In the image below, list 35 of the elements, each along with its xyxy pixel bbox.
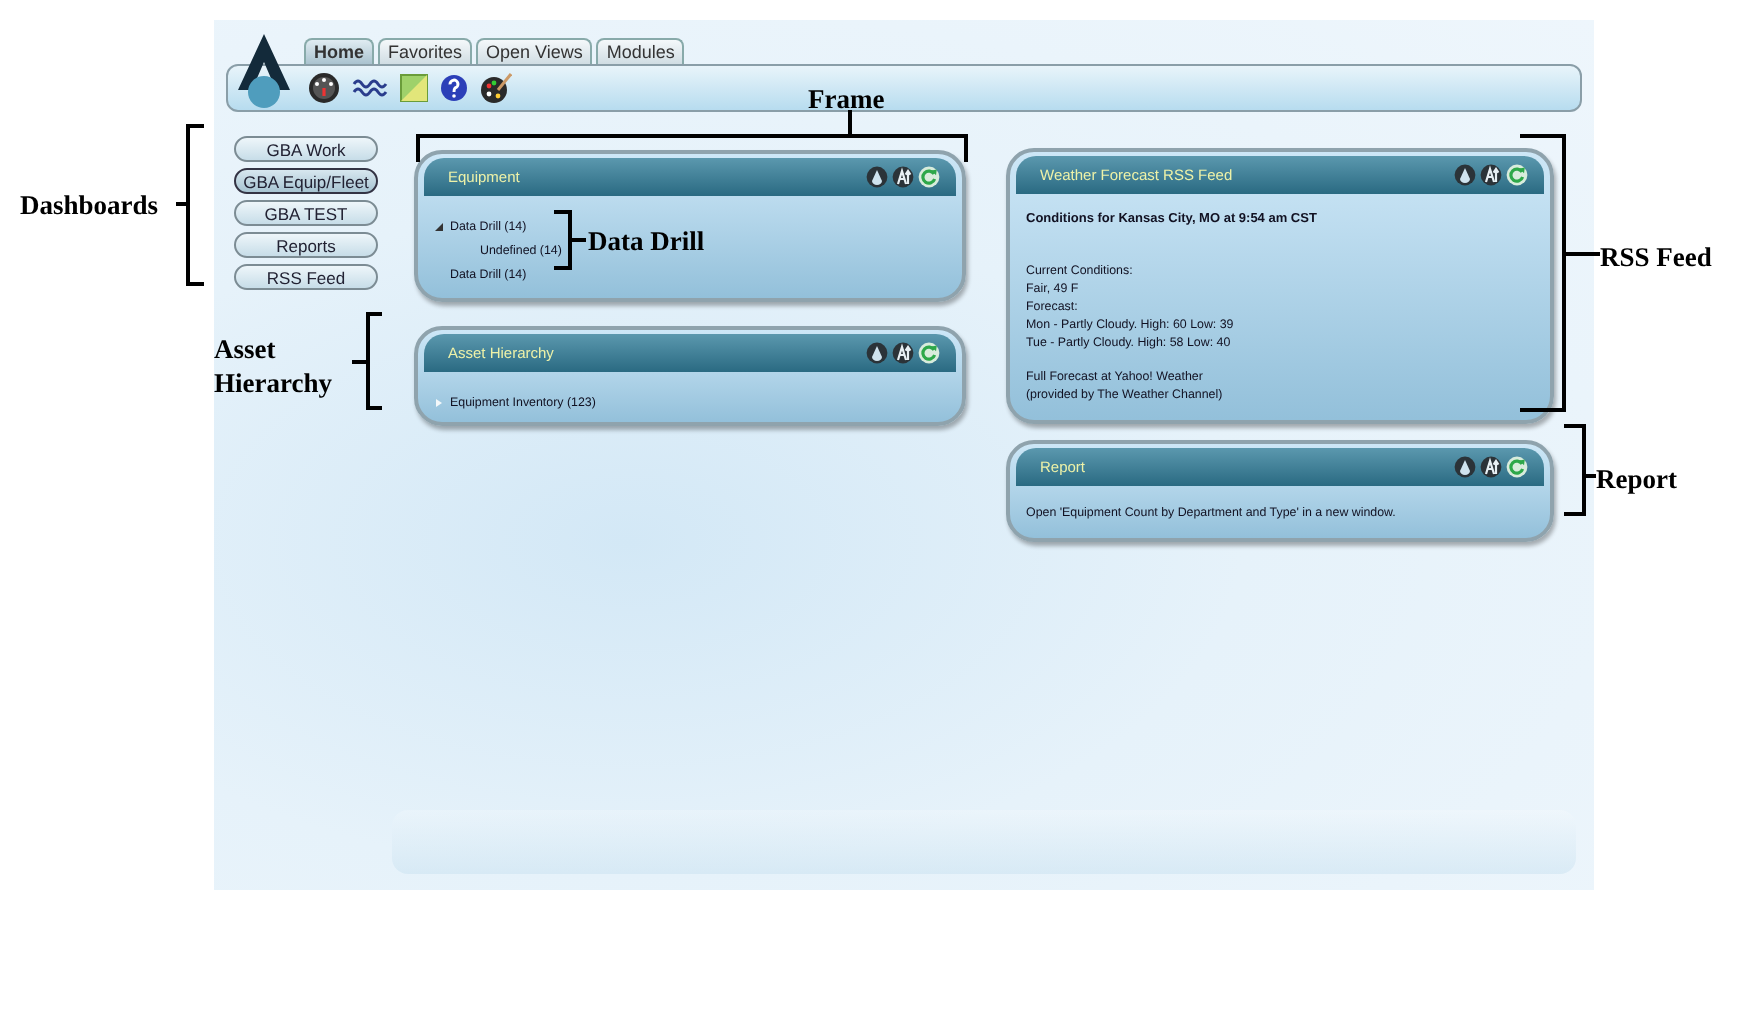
refresh-icon[interactable]	[1506, 456, 1528, 478]
tab[interactable]: Favorites	[378, 38, 473, 64]
refresh-icon[interactable]	[1506, 164, 1528, 186]
callout-label: Frame	[808, 82, 887, 116]
callout-label: RSS Feed	[1600, 240, 1714, 274]
up-arrow-icon[interactable]	[892, 166, 914, 188]
tab[interactable]: Home	[304, 38, 375, 64]
callout-bracket	[352, 312, 384, 412]
tab[interactable]: Open Views	[476, 38, 593, 64]
gauge-icon[interactable]	[308, 72, 340, 104]
refresh-icon[interactable]	[918, 342, 940, 364]
palette-icon[interactable]	[480, 72, 512, 104]
expanded-triangle-icon[interactable]	[434, 221, 444, 231]
up-arrow-icon[interactable]	[892, 342, 914, 364]
up-arrow-icon[interactable]	[1480, 164, 1502, 186]
tab[interactable]: Modules	[596, 38, 685, 64]
help-icon[interactable]	[440, 74, 468, 102]
callout-label: Data Drill	[588, 224, 707, 258]
dashboard-button[interactable]: RSS Feed	[234, 264, 378, 290]
dashboard-button[interactable]: GBA Work	[234, 136, 378, 162]
drop-icon[interactable]	[1454, 456, 1476, 478]
callout-label: Dashboards	[20, 188, 161, 222]
wave-icon[interactable]	[352, 78, 388, 98]
callout-label: Asset Hierarchy	[214, 332, 334, 400]
dashboard-button[interactable]: GBA Equip/Fleet	[234, 168, 378, 194]
dashboard-button[interactable]: GBA TEST	[234, 200, 378, 226]
drop-icon[interactable]	[866, 166, 888, 188]
dashboard-button[interactable]: Reports	[234, 232, 378, 258]
refresh-icon[interactable]	[918, 166, 940, 188]
callout-bracket	[1564, 424, 1596, 518]
up-arrow-icon[interactable]	[1480, 456, 1502, 478]
logo-icon	[236, 34, 292, 110]
callout-label: Report	[1596, 462, 1679, 496]
drop-icon[interactable]	[1454, 164, 1476, 186]
drop-icon[interactable]	[866, 342, 888, 364]
